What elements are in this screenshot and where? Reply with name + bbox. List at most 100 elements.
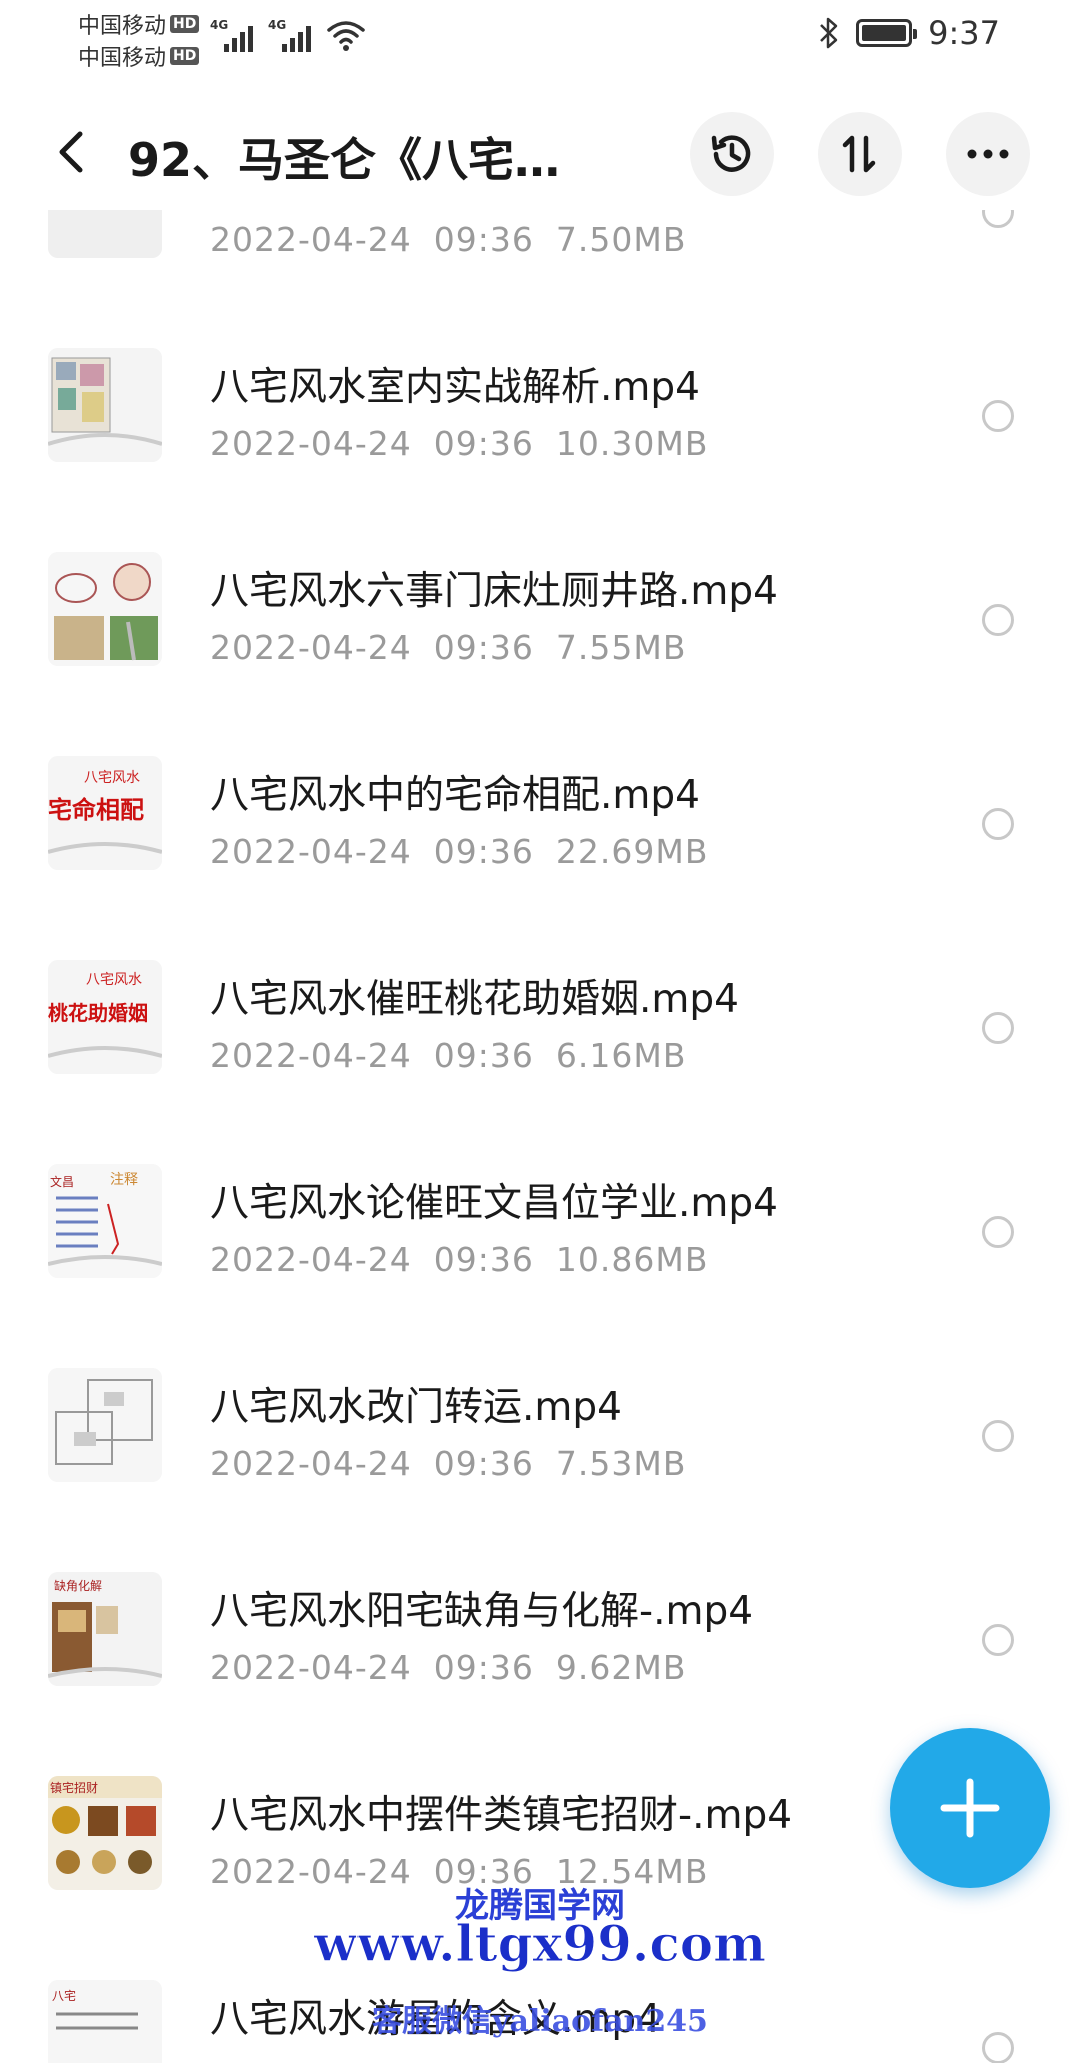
hd-badge-1: HD <box>170 15 200 33</box>
sort-button[interactable] <box>818 112 902 196</box>
chevron-left-icon <box>59 131 83 173</box>
hd-badge-2: HD <box>170 47 200 65</box>
video-thumbnail: 八宅风水桃花助婚姻 <box>48 960 162 1074</box>
history-button[interactable] <box>690 112 774 196</box>
file-date: 2022-04-24 <box>210 1036 412 1075</box>
file-meta: 2022-04-24 09:36 22.69MB <box>210 832 708 871</box>
history-icon <box>711 135 751 172</box>
file-time: 09:36 <box>433 628 534 667</box>
file-size: 10.86MB <box>555 1240 709 1279</box>
file-row[interactable]: 2022-04-24 09:36 7.50MB <box>0 210 1080 296</box>
file-date: 2022-04-24 <box>210 424 412 463</box>
file-size: 7.53MB <box>555 1444 687 1483</box>
svg-text:镇宅招财: 镇宅招财 <box>50 1780 98 1795</box>
select-radio[interactable] <box>982 2032 1014 2063</box>
file-row[interactable]: 缺角化解八宅风水阳宅缺角与化解-.mp4 2022-04-24 09:36 9.62M… <box>0 1520 1080 1724</box>
more-horizontal-icon <box>967 149 1009 159</box>
file-row[interactable]: 八宅风水 桃花助婚姻 八宅风水催旺桃花助婚姻.mp4 2022-04-24 09:36 6… <box>0 908 1080 1112</box>
select-radio[interactable] <box>982 1012 1014 1044</box>
file-size: 9.62MB <box>555 1648 687 1687</box>
select-radio[interactable] <box>982 808 1014 840</box>
file-date: 2022-04-24 <box>210 1852 412 1891</box>
video-thumbnail <box>48 552 162 666</box>
file-row[interactable]: 八宅风水宅命相配 八宅风水中的宅命相配.mp4 2022-04-24 09:36 22.… <box>0 704 1080 908</box>
svg-text:缺角化解: 缺角化解 <box>54 1578 102 1593</box>
file-time: 09:36 <box>433 1036 534 1075</box>
select-radio[interactable] <box>982 1624 1014 1656</box>
file-row[interactable]: 八宅 八宅风水游星的含义.mp4 <box>0 1928 1080 2063</box>
video-thumbnail: 八宅 <box>48 1980 162 2063</box>
file-size: 12.54MB <box>555 1852 709 1891</box>
file-meta: 2022-04-24 09:36 10.30MB <box>210 424 708 463</box>
file-meta: 2022-04-24 09:36 7.53MB <box>210 1444 686 1483</box>
video-thumbnail: 缺角化解 <box>48 1572 162 1686</box>
svg-text:文昌: 文昌 <box>50 1174 74 1189</box>
file-row[interactable]: 八宅风水改门转运.mp4 2022-04-24 09:36 7.53MB <box>0 1316 1080 1520</box>
file-size: 6.16MB <box>555 1036 687 1075</box>
video-thumbnail: 镇宅招财 <box>48 1776 162 1890</box>
file-size: 7.50MB <box>555 220 687 259</box>
file-row[interactable]: 文昌 注释 八宅风水论催旺文昌位学业.mp4 2022-04-24 09:36 10.86… <box>0 1112 1080 1316</box>
carrier-1: 中国移动 HD <box>78 8 200 40</box>
carrier-2-label: 中国移动 <box>78 46 167 71</box>
select-radio[interactable] <box>982 210 1014 228</box>
file-name: 八宅风水六事门床灶厕井路.mp4 <box>210 569 778 614</box>
signal-1-icon: 4G <box>210 18 254 52</box>
file-date: 2022-04-24 <box>210 1240 412 1279</box>
battery-icon <box>856 19 918 47</box>
select-radio[interactable] <box>982 1420 1014 1452</box>
file-date: 2022-04-24 <box>210 220 412 259</box>
file-row[interactable]: 八宅风水六事门床灶厕井路.mp4 2022-04-24 09:36 7.55MB <box>0 500 1080 704</box>
select-radio[interactable] <box>982 400 1014 432</box>
video-thumbnail <box>48 348 162 462</box>
status-bar: 中国移动 HD 中国移动 HD 4G 4G 9:37 <box>0 0 1080 72</box>
file-meta: 2022-04-24 09:36 6.16MB <box>210 1036 686 1075</box>
header: 92、马圣仑《八宅… <box>0 100 1080 210</box>
file-time: 09:36 <box>433 1648 534 1687</box>
carrier-2: 中国移动 HD <box>78 40 200 72</box>
svg-text:八宅: 八宅 <box>52 1988 76 2003</box>
file-size: 10.30MB <box>555 424 709 463</box>
back-button[interactable] <box>46 122 96 182</box>
video-thumbnail <box>48 210 162 258</box>
select-radio[interactable] <box>982 1216 1014 1248</box>
add-button[interactable] <box>890 1728 1050 1888</box>
file-meta <box>210 2056 254 2063</box>
file-name: 八宅风水中的宅命相配.mp4 <box>210 773 700 818</box>
file-date: 2022-04-24 <box>210 1444 412 1483</box>
video-thumbnail: 文昌 注释 <box>48 1164 162 1278</box>
file-name: 八宅风水论催旺文昌位学业.mp4 <box>210 1181 778 1226</box>
file-meta: 2022-04-24 09:36 7.50MB <box>210 220 686 259</box>
more-button[interactable] <box>946 112 1030 196</box>
select-radio[interactable] <box>982 604 1014 636</box>
file-time: 09:36 <box>433 1852 534 1891</box>
file-time: 09:36 <box>433 220 534 259</box>
svg-text:八宅风水: 八宅风水 <box>86 972 142 988</box>
signal-2-icon: 4G <box>268 18 312 52</box>
file-date: 2022-04-24 <box>210 628 412 667</box>
page-title: 92、马圣仑《八宅… <box>128 133 561 187</box>
file-time: 09:36 <box>433 832 534 871</box>
video-thumbnail: 八宅风水宅命相配 <box>48 756 162 870</box>
file-name: 八宅风水改门转运.mp4 <box>210 1385 622 1430</box>
carrier-1-label: 中国移动 <box>78 14 167 39</box>
file-meta: 2022-04-24 09:36 12.54MB <box>210 1852 708 1891</box>
svg-text:八宅风水: 八宅风水 <box>84 770 140 786</box>
file-time: 09:36 <box>433 1444 534 1483</box>
svg-text:宅命相配: 宅命相配 <box>48 795 144 824</box>
file-date: 2022-04-24 <box>210 832 412 871</box>
file-meta: 2022-04-24 09:36 9.62MB <box>210 1648 686 1687</box>
file-row[interactable]: 八宅风水室内实战解析.mp4 2022-04-24 09:36 10.30MB <box>0 296 1080 500</box>
sort-icon <box>842 135 876 173</box>
file-meta: 2022-04-24 09:36 10.86MB <box>210 1240 708 1279</box>
file-name: 八宅风水阳宅缺角与化解-.mp4 <box>210 1589 754 1634</box>
file-size: 7.55MB <box>555 628 687 667</box>
file-date: 2022-04-24 <box>210 1648 412 1687</box>
svg-text:注释: 注释 <box>110 1172 138 1188</box>
video-thumbnail <box>48 1368 162 1482</box>
plus-icon <box>940 1778 1000 1838</box>
signal-group: 4G 4G <box>210 18 366 52</box>
file-meta: 2022-04-24 09:36 7.55MB <box>210 628 686 667</box>
file-size: 22.69MB <box>555 832 709 871</box>
svg-text:桃花助婚姻: 桃花助婚姻 <box>48 1001 148 1025</box>
